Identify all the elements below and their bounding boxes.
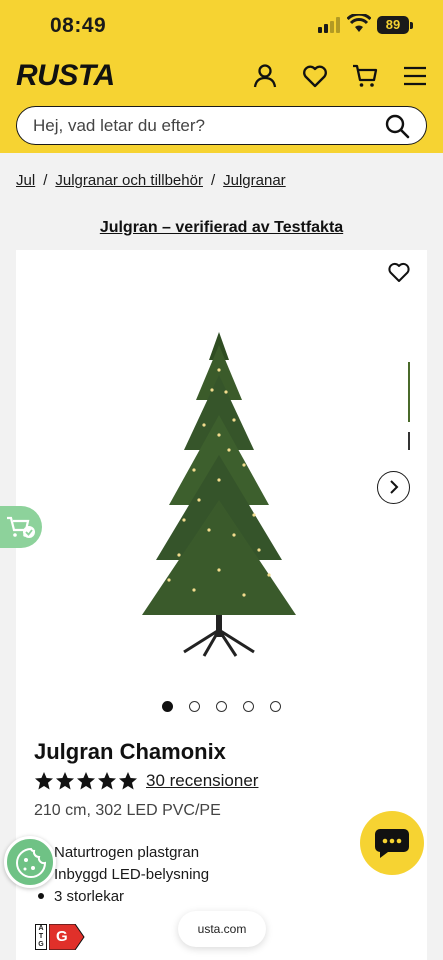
cookie-icon <box>16 847 47 878</box>
gallery-next-button[interactable] <box>377 471 410 504</box>
chevron-right-icon <box>390 480 399 494</box>
energy-label-atg: A T G <box>35 924 47 950</box>
rusta-logo[interactable]: RUSTA <box>16 59 115 93</box>
chat-bubble-icon <box>375 829 409 858</box>
testfakta-link[interactable]: Julgran – verifierad av Testfakta <box>0 219 443 237</box>
search-icon[interactable] <box>384 113 410 139</box>
bullet <box>38 893 44 899</box>
gallery-dot-4[interactable] <box>243 701 254 712</box>
search-input[interactable] <box>33 113 373 139</box>
product-image-christmas-tree[interactable] <box>124 330 314 660</box>
gallery-dot-5[interactable] <box>270 701 281 712</box>
signal-icon <box>318 17 342 33</box>
browser-url-pill[interactable]: usta.com <box>178 911 266 947</box>
star-icon <box>98 772 116 790</box>
favorites-icon[interactable] <box>301 62 329 90</box>
search-bar[interactable] <box>16 106 427 145</box>
product-title: Julgran Chamonix <box>34 739 226 764</box>
account-icon[interactable] <box>251 62 279 90</box>
product-rating: 30 recensioner <box>34 771 258 791</box>
favorite-heart-icon[interactable] <box>387 260 411 284</box>
cart-icon[interactable] <box>351 62 379 90</box>
gallery-dot-3[interactable] <box>216 701 227 712</box>
gallery-pagination <box>162 701 281 712</box>
battery-icon: 89 <box>377 16 409 34</box>
battery-tip <box>410 22 413 29</box>
energy-label[interactable]: A T G G <box>35 924 85 950</box>
feature-list: Naturtrogen plastgran Inbyggd LED-belysn… <box>38 841 209 907</box>
breadcrumb-separator: / <box>210 172 216 189</box>
star-icon <box>35 772 53 790</box>
product-variant: 210 cm, 302 LED PVC/PE <box>34 802 221 819</box>
site-header: 08:49 89 RUSTA <box>0 0 443 153</box>
star-icon <box>56 772 74 790</box>
list-item: 3 storlekar <box>38 885 209 907</box>
cart-plus-icon <box>7 516 35 538</box>
status-time: 08:49 <box>50 14 107 37</box>
breadcrumb-julgranar-tillbehor[interactable]: Julgranar och tillbehör <box>55 172 203 189</box>
quick-cart-button[interactable] <box>0 506 42 548</box>
list-item: Inbyggd LED-belysning <box>38 863 209 885</box>
chat-button[interactable] <box>360 811 424 875</box>
reviews-link[interactable]: 30 recensioner <box>146 771 258 791</box>
gallery-thumbnail-strip[interactable] <box>406 362 412 452</box>
list-item: Naturtrogen plastgran <box>38 841 209 863</box>
breadcrumb-jul[interactable]: Jul <box>16 172 35 189</box>
menu-icon[interactable] <box>401 62 429 90</box>
gallery-dot-2[interactable] <box>189 701 200 712</box>
breadcrumb-separator: / <box>43 172 48 189</box>
energy-grade-badge: G <box>49 924 85 950</box>
star-icon <box>77 772 95 790</box>
star-icon <box>119 772 137 790</box>
gallery-dot-1[interactable] <box>162 701 173 712</box>
rating-stars <box>34 771 138 791</box>
cookie-settings-button[interactable] <box>4 836 56 888</box>
breadcrumb-julgranar[interactable]: Julgranar <box>223 172 286 189</box>
wifi-icon <box>346 12 372 34</box>
status-bar: 08:49 89 <box>0 0 443 50</box>
breadcrumb: Jul / Julgranar och tillbehör / Julgrana… <box>16 172 286 189</box>
